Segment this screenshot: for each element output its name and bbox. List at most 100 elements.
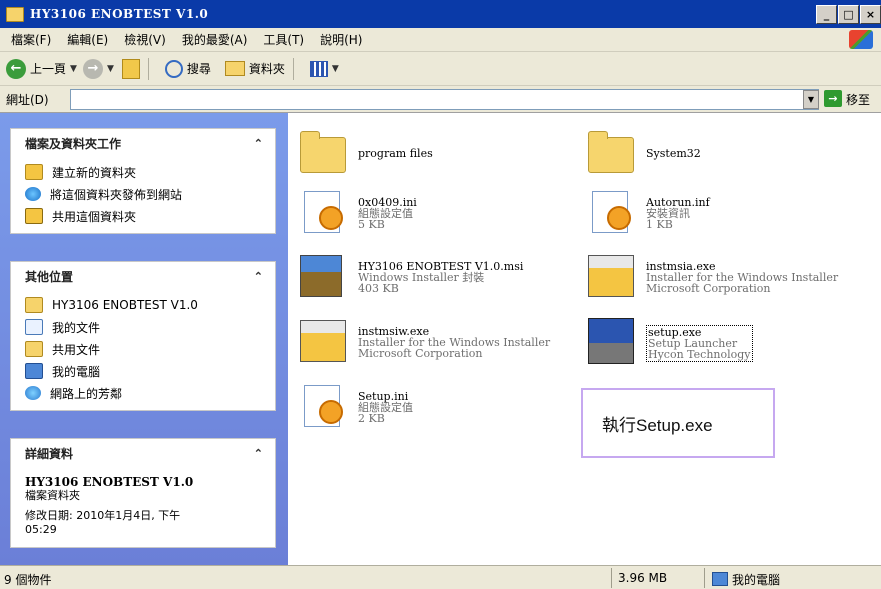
tasks-panel-header[interactable]: 檔案及資料夾工作 ⌃ bbox=[11, 129, 275, 157]
detail-type: 檔案資料夾 bbox=[25, 489, 80, 502]
place-label: 網路上的芳鄰 bbox=[50, 386, 123, 401]
file-item[interactable]: program files bbox=[300, 131, 433, 177]
setup-info-icon bbox=[592, 191, 631, 233]
forward-arrow-icon: → bbox=[82, 58, 103, 79]
file-item[interactable]: System32 bbox=[588, 131, 701, 177]
windows-logo-icon bbox=[849, 30, 873, 49]
address-bar: 網址(D) ▼ → 移至 bbox=[0, 86, 881, 113]
instruction-callout: 執行Setup.exe bbox=[581, 388, 775, 458]
menu-file[interactable]: 檔案(F) bbox=[11, 31, 51, 48]
place-network[interactable]: 網路上的芳鄰 bbox=[25, 382, 275, 404]
menu-tools[interactable]: 工具(T) bbox=[263, 31, 304, 48]
place-label: HY3106 ENOBTEST V1.0 bbox=[52, 298, 198, 312]
file-item[interactable]: 0x0409.ini 組態設定值 5 KB bbox=[300, 189, 417, 235]
file-item[interactable]: instmsiw.exe Installer for the Windows I… bbox=[300, 318, 550, 364]
tasks-panel-body: 建立新的資料夾 將這個資料夾發佈到網站 共用這個資料夾 bbox=[11, 157, 275, 233]
go-arrow-icon[interactable]: → bbox=[824, 90, 842, 107]
file-name: System32 bbox=[646, 147, 701, 160]
menu-favorites[interactable]: 我的最愛(A) bbox=[182, 31, 248, 48]
callout-text: 執行Setup.exe bbox=[602, 416, 713, 435]
file-item[interactable]: HY3106 ENOBTEST V1.0.msi Windows Install… bbox=[300, 253, 523, 299]
toolbar-divider bbox=[292, 57, 294, 80]
file-item[interactable]: instmsia.exe Installer for the Windows I… bbox=[588, 253, 838, 299]
share-folder-icon bbox=[25, 208, 43, 224]
folders-icon bbox=[224, 61, 245, 76]
forward-button[interactable]: → ▼ bbox=[82, 58, 114, 79]
file-company: Microsoft Corporation bbox=[646, 282, 771, 295]
address-dropdown-icon[interactable]: ▼ bbox=[803, 90, 819, 109]
address-label: 網址(D) bbox=[6, 92, 49, 107]
places-panel-title: 其他位置 bbox=[25, 269, 74, 284]
search-label: 搜尋 bbox=[186, 62, 211, 76]
setup-launcher-icon bbox=[588, 318, 634, 364]
file-item[interactable]: Setup.ini 組態設定值 2 KB bbox=[300, 383, 413, 429]
back-label: 上一頁 bbox=[30, 62, 67, 76]
tasks-panel-title: 檔案及資料夾工作 bbox=[25, 136, 122, 151]
collapse-chevron-icon[interactable]: ⌃ bbox=[254, 137, 263, 150]
status-divider bbox=[611, 568, 612, 588]
task-label: 將這個資料夾發佈到網站 bbox=[50, 187, 183, 202]
search-button[interactable]: 搜尋 bbox=[155, 59, 211, 78]
back-dropdown-icon[interactable]: ▼ bbox=[70, 64, 77, 74]
task-share-folder[interactable]: 共用這個資料夾 bbox=[25, 205, 275, 227]
file-size: 5 KB bbox=[358, 218, 385, 231]
close-button[interactable]: × bbox=[860, 5, 881, 24]
place-label: 共用文件 bbox=[52, 342, 101, 357]
collapse-chevron-icon[interactable]: ⌃ bbox=[254, 447, 263, 460]
details-panel-body: HY3106 ENOBTEST V1.0 檔案資料夾 修改日期: 2010年1月… bbox=[11, 467, 275, 547]
views-button[interactable]: ▼ bbox=[300, 60, 339, 77]
details-panel-header[interactable]: 詳細資料 ⌃ bbox=[11, 439, 275, 467]
detail-modified-time: 05:29 bbox=[25, 523, 57, 536]
views-icon bbox=[309, 60, 328, 77]
place-label: 我的文件 bbox=[52, 320, 101, 335]
computer-icon bbox=[712, 572, 728, 586]
file-list: program files System32 0x0409.ini 組態設定值 … bbox=[288, 113, 881, 565]
settings-file-icon bbox=[304, 385, 343, 427]
publish-web-icon bbox=[25, 187, 41, 201]
tasks-panel: 檔案及資料夾工作 ⌃ 建立新的資料夾 將這個資料夾發佈到網站 共用這個資料夾 bbox=[10, 128, 276, 234]
menu-edit[interactable]: 編輯(E) bbox=[67, 31, 108, 48]
views-dropdown-icon: ▼ bbox=[331, 63, 339, 74]
task-pane: 檔案及資料夾工作 ⌃ 建立新的資料夾 將這個資料夾發佈到網站 共用這個資料夾 其… bbox=[0, 113, 288, 565]
place-parent-folder[interactable]: HY3106 ENOBTEST V1.0 bbox=[25, 294, 275, 316]
network-icon bbox=[25, 386, 41, 400]
folder-icon bbox=[6, 6, 24, 22]
up-folder-icon[interactable] bbox=[121, 58, 140, 79]
go-button[interactable]: 移至 bbox=[846, 91, 870, 108]
detail-name: HY3106 ENOBTEST V1.0 bbox=[25, 475, 194, 489]
places-panel-header[interactable]: 其他位置 ⌃ bbox=[11, 262, 275, 290]
task-label: 共用這個資料夾 bbox=[52, 209, 137, 224]
folder-icon bbox=[588, 131, 634, 173]
title-bar[interactable]: HY3106 ENOBTEST V1.0 _ □ × bbox=[0, 0, 881, 28]
toolbar-divider bbox=[147, 57, 149, 80]
window-title: HY3106 ENOBTEST V1.0 bbox=[30, 7, 209, 21]
collapse-chevron-icon[interactable]: ⌃ bbox=[254, 270, 263, 283]
file-size: 2 KB bbox=[358, 412, 385, 425]
file-company: Hycon Technology bbox=[648, 348, 751, 361]
file-item[interactable]: Autorun.inf 安裝資訊 1 KB bbox=[588, 189, 710, 235]
object-count: 9 個物件 bbox=[4, 573, 52, 587]
menu-view[interactable]: 檢視(V) bbox=[124, 31, 166, 48]
folders-button[interactable]: 資料夾 bbox=[217, 60, 285, 77]
search-icon bbox=[164, 59, 183, 78]
detail-modified: 修改日期: 2010年1月4日, 下午 bbox=[25, 509, 181, 522]
menu-help[interactable]: 說明(H) bbox=[320, 31, 362, 48]
place-my-documents[interactable]: 我的文件 bbox=[25, 316, 275, 338]
documents-icon bbox=[25, 319, 43, 335]
file-item-selected[interactable]: setup.exe Setup Launcher Hycon Technolog… bbox=[588, 318, 753, 364]
status-divider bbox=[704, 568, 705, 588]
task-publish-web[interactable]: 將這個資料夾發佈到網站 bbox=[25, 183, 275, 205]
task-new-folder[interactable]: 建立新的資料夾 bbox=[25, 161, 275, 183]
address-input[interactable] bbox=[70, 89, 819, 110]
place-label: 我的電腦 bbox=[52, 364, 101, 379]
place-my-computer[interactable]: 我的電腦 bbox=[25, 360, 275, 382]
new-folder-icon bbox=[25, 164, 43, 180]
minimize-button[interactable]: _ bbox=[816, 5, 837, 24]
place-shared-documents[interactable]: 共用文件 bbox=[25, 338, 275, 360]
folder-icon bbox=[300, 131, 346, 173]
back-button[interactable]: ← 上一頁 ▼ bbox=[6, 58, 77, 79]
installer-exe-icon bbox=[300, 320, 346, 362]
maximize-button[interactable]: □ bbox=[838, 5, 859, 24]
places-panel: 其他位置 ⌃ HY3106 ENOBTEST V1.0 我的文件 共用文件 我的… bbox=[10, 261, 276, 411]
forward-dropdown-icon[interactable]: ▼ bbox=[107, 64, 114, 74]
